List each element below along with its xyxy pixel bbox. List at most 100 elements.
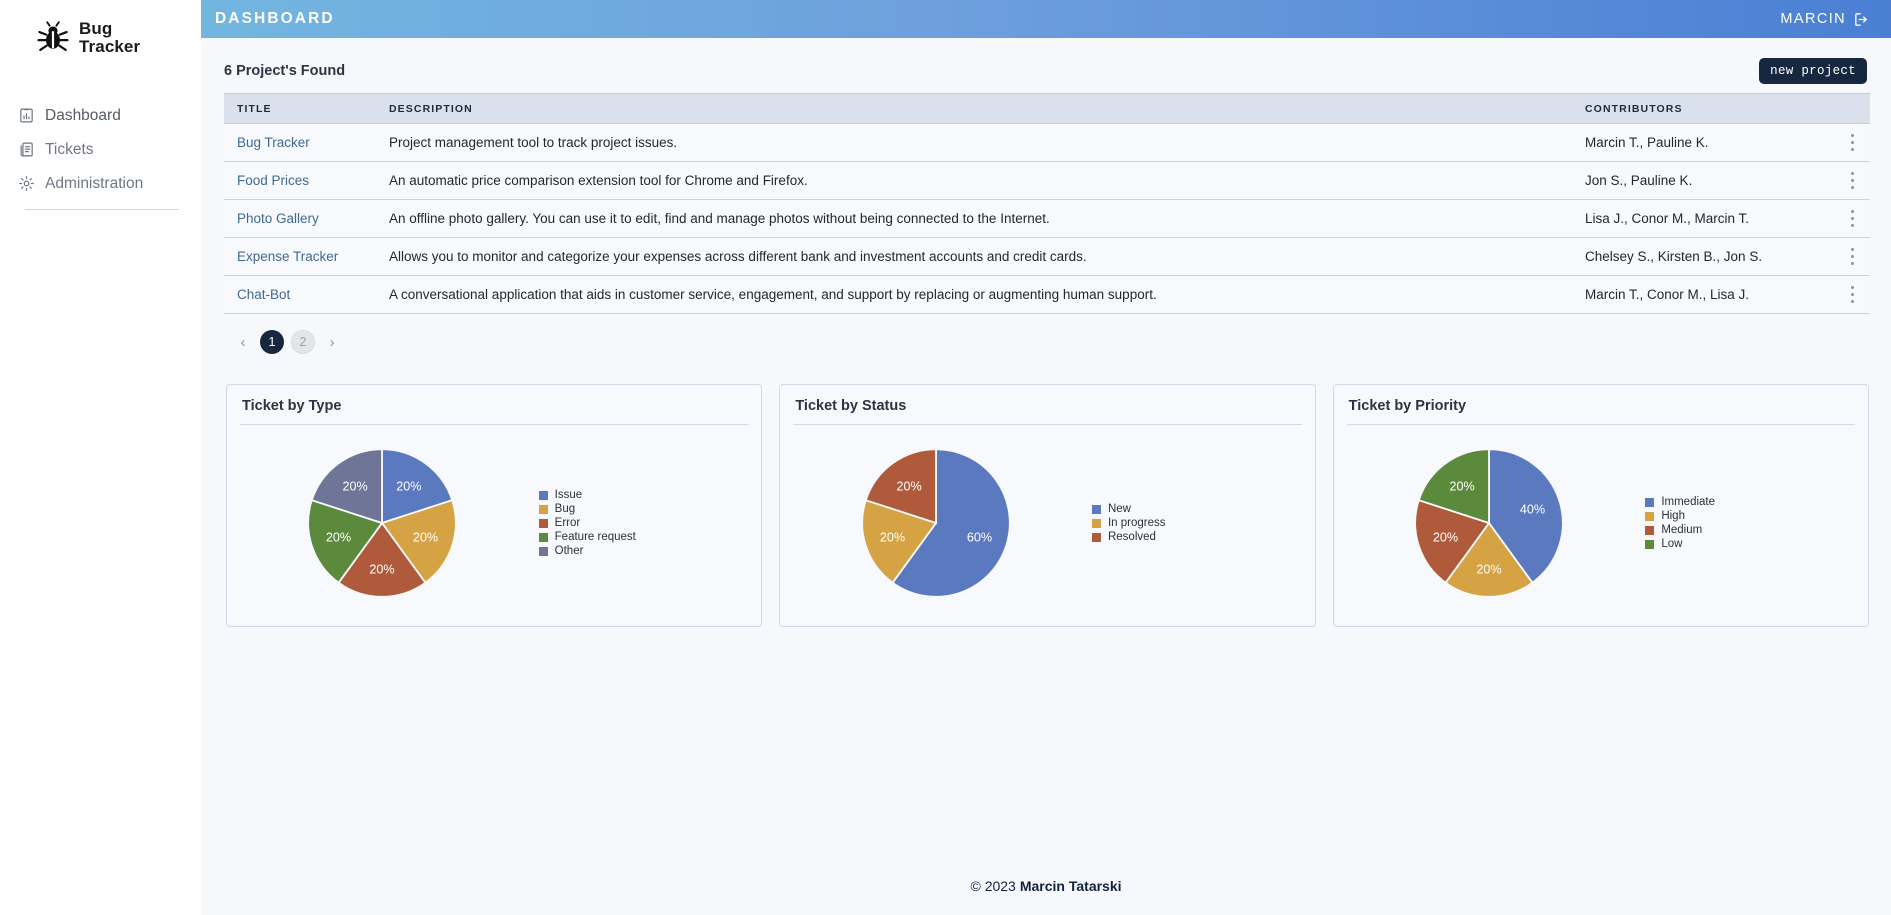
legend-item[interactable]: Feature request [538, 531, 749, 543]
legend-item[interactable]: High [1645, 510, 1855, 522]
table-row: Bug Tracker Project management tool to t… [224, 123, 1870, 162]
topbar: DASHBOARD MARCIN [201, 0, 1891, 38]
legend-swatch-icon [538, 504, 548, 514]
row-menu-icon[interactable] [1851, 134, 1855, 151]
legend-label: New [1107, 503, 1131, 515]
sidebar-item-label: Dashboard [45, 106, 121, 124]
legend-item[interactable]: In progress [1091, 517, 1302, 529]
chart-body: 40% 20% 20% 20% Immediate High Medium Low [1347, 425, 1855, 621]
pie-slice-label: 20% [896, 479, 921, 493]
legend-item[interactable]: Resolved [1091, 531, 1302, 543]
legend-label: High [1661, 510, 1685, 522]
pie-slice-label: 20% [343, 479, 368, 493]
project-contributors-cell: Marcin T., Pauline K. [1572, 123, 1818, 162]
brand-text: Bug Tracker [79, 19, 140, 57]
legend-label: Medium [1661, 524, 1703, 536]
projects-panel-header: 6 Project's Found new project [224, 56, 1870, 86]
legend-swatch-icon [1091, 532, 1101, 542]
legend-swatch-icon [538, 532, 548, 542]
column-header-actions [1818, 93, 1870, 124]
new-project-button[interactable]: new project [1759, 58, 1867, 84]
chart-clipboard-icon [20, 108, 33, 123]
brand-line-1: Bug [79, 19, 113, 38]
pie-slice-label: 20% [413, 531, 438, 545]
bug-icon [37, 21, 69, 52]
column-header-contributors[interactable]: CONTRIBUTORS [1572, 93, 1818, 124]
sidebar-item-dashboard[interactable]: Dashboard [10, 99, 201, 133]
project-description-cell: An offline photo gallery. You can use it… [376, 199, 1572, 238]
document-icon [20, 142, 33, 157]
legend-item[interactable]: Error [538, 517, 749, 529]
legend-label: Feature request [554, 531, 636, 543]
pie-slice-label: 20% [326, 531, 351, 545]
legend-item[interactable]: Immediate [1645, 496, 1855, 508]
logout-icon[interactable] [1853, 11, 1870, 28]
project-title-cell: Expense Tracker [224, 237, 376, 276]
pie-chart-status: 60% 20% 20% [793, 425, 1078, 621]
content: 6 Project's Found new project TITLE DESC… [201, 38, 1891, 857]
page-title: DASHBOARD [215, 10, 335, 27]
pie-svg: 60% 20% 20% [860, 448, 1011, 598]
legend-item[interactable]: Low [1645, 538, 1855, 550]
pie-slice-label: 20% [370, 562, 395, 576]
legend-swatch-icon [1645, 497, 1655, 507]
chart-body: 60% 20% 20% New In progress Resolved [793, 425, 1301, 621]
row-menu-icon[interactable] [1851, 248, 1855, 265]
pagination-next[interactable]: › [322, 332, 342, 352]
project-description-cell: Project management tool to track project… [376, 123, 1572, 162]
charts-row: Ticket by Type 20% 20% 20% 20% 20% Issue Bug E… [224, 354, 1870, 627]
project-contributors-cell: Lisa J., Conor M., Marcin T. [1572, 199, 1818, 238]
legend-item[interactable]: Issue [538, 489, 749, 501]
topbar-user-area: MARCIN [1780, 11, 1870, 28]
pie-slice-label: 20% [880, 531, 905, 545]
column-header-description[interactable]: DESCRIPTION [376, 93, 1572, 124]
projects-table-body: Bug Tracker Project management tool to t… [224, 123, 1870, 314]
chart-title: Ticket by Priority [1346, 396, 1855, 425]
brand[interactable]: Bug Tracker [0, 14, 201, 57]
project-contributors-cell: Jon S., Pauline K. [1572, 161, 1818, 200]
project-link[interactable]: Food Prices [237, 173, 309, 188]
legend-item[interactable]: Medium [1645, 524, 1855, 536]
project-actions-cell [1818, 199, 1870, 238]
project-link[interactable]: Expense Tracker [237, 249, 338, 264]
chart-card-ticket-by-priority: Ticket by Priority 40% 20% 20% 20% Immediat… [1332, 384, 1869, 627]
legend-swatch-icon [538, 546, 548, 556]
column-header-title[interactable]: TITLE [224, 93, 376, 124]
legend-swatch-icon [538, 518, 548, 528]
project-title-cell: Photo Gallery [224, 199, 376, 238]
legend-label: Error [554, 517, 581, 529]
sidebar-item-label: Administration [45, 174, 144, 192]
legend-swatch-icon [1645, 511, 1655, 521]
legend-item[interactable]: Other [538, 545, 749, 557]
footer: © 2023 Marcin Tatarski [201, 857, 1891, 915]
pagination-page-2[interactable]: 2 [291, 330, 315, 354]
pagination-page-1[interactable]: 1 [260, 330, 284, 354]
main-area: DASHBOARD MARCIN 6 Project's Found new p… [201, 0, 1891, 915]
table-row: Chat-Bot A conversational application th… [224, 275, 1870, 314]
legend-item[interactable]: New [1091, 503, 1302, 515]
table-row: Food Prices An automatic price compariso… [224, 161, 1870, 200]
row-menu-icon[interactable] [1851, 172, 1855, 189]
table-row: Expense Tracker Allows you to monitor an… [224, 237, 1870, 276]
pagination-prev[interactable]: ‹ [233, 332, 253, 352]
chart-title: Ticket by Status [793, 396, 1302, 425]
legend-item[interactable]: Bug [538, 503, 749, 515]
project-link[interactable]: Chat-Bot [237, 287, 290, 302]
projects-found-count: 6 Project's Found [224, 63, 346, 79]
sidebar-item-tickets[interactable]: Tickets [10, 133, 201, 167]
legend-label: Other [554, 545, 584, 557]
pie-slice-label: 20% [1476, 562, 1501, 576]
project-link[interactable]: Photo Gallery [237, 211, 319, 226]
pie-chart-type: 20% 20% 20% 20% 20% [240, 425, 525, 621]
project-description-cell: Allows you to monitor and categorize you… [376, 237, 1572, 276]
project-link[interactable]: Bug Tracker [237, 135, 310, 150]
pie-slice-label: 20% [1449, 479, 1474, 493]
project-actions-cell [1818, 123, 1870, 162]
project-title-cell: Food Prices [224, 161, 376, 200]
chart-legend: Issue Bug Error Feature request Other [525, 489, 749, 557]
footer-copyright: © 2023 [970, 878, 1016, 894]
legend-swatch-icon [538, 490, 548, 500]
row-menu-icon[interactable] [1851, 210, 1855, 227]
row-menu-icon[interactable] [1851, 286, 1855, 303]
sidebar-item-administration[interactable]: Administration [10, 167, 201, 201]
